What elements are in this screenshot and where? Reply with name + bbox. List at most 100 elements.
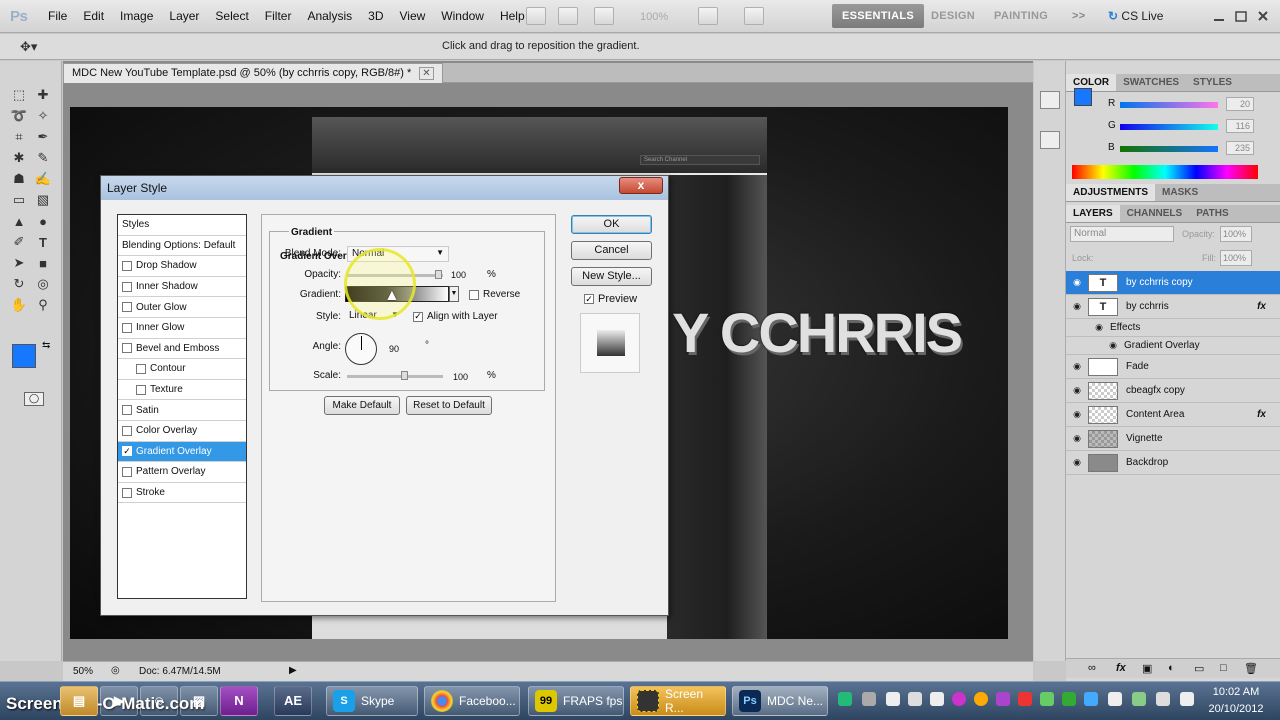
minimize-icon[interactable] bbox=[1212, 9, 1226, 23]
blur-tool-icon[interactable]: ▲ bbox=[8, 211, 30, 231]
visibility-eye-icon[interactable]: ◉ bbox=[1066, 361, 1088, 372]
dialog-titlebar[interactable] bbox=[101, 176, 668, 200]
workspace-essentials[interactable]: ESSENTIALS bbox=[832, 4, 925, 28]
checkbox[interactable] bbox=[122, 302, 132, 313]
effects-row[interactable]: ◉ Effects bbox=[1066, 319, 1280, 337]
menu-file[interactable]: File bbox=[40, 0, 75, 33]
layer-row[interactable]: ◉ Content Area fx bbox=[1066, 403, 1280, 427]
menu-filter[interactable]: Filter bbox=[257, 0, 300, 33]
history-brush-icon[interactable]: ✍ bbox=[32, 169, 54, 189]
clock-time[interactable]: 10:02 AM bbox=[1206, 686, 1266, 698]
layer-row[interactable]: ◉ T by cchrris fx bbox=[1066, 295, 1280, 319]
red-value[interactable]: 20 bbox=[1226, 97, 1254, 111]
scale-slider-thumb[interactable] bbox=[401, 371, 408, 380]
tab-swatches[interactable]: SWATCHES bbox=[1116, 74, 1186, 91]
swap-colors-icon[interactable]: ⇆ bbox=[42, 340, 50, 351]
style-satin[interactable]: Satin bbox=[118, 400, 246, 421]
dialog-close-button[interactable]: x bbox=[619, 177, 663, 194]
style-drop-shadow[interactable]: Drop Shadow bbox=[118, 256, 246, 277]
fx-icon[interactable]: fx bbox=[1257, 409, 1266, 420]
taskbar-fraps[interactable]: 99 FRAPS fps bbox=[528, 686, 624, 716]
green-value[interactable]: 116 bbox=[1226, 119, 1254, 133]
red-slider[interactable] bbox=[1120, 102, 1218, 108]
gradient-dropdown-icon[interactable]: ▼ bbox=[449, 286, 459, 302]
tray-icon[interactable] bbox=[862, 692, 876, 706]
tray-icon[interactable] bbox=[952, 692, 966, 706]
checkbox[interactable] bbox=[122, 405, 132, 416]
3d-orbit-icon[interactable]: ◎ bbox=[32, 274, 54, 294]
3d-rotate-icon[interactable]: ↻ bbox=[8, 274, 30, 294]
brush-tool-icon[interactable]: ✎ bbox=[32, 148, 54, 168]
zoom-level[interactable]: 100% bbox=[640, 11, 668, 23]
style-stroke[interactable]: Stroke bbox=[118, 483, 246, 504]
taskbar-photoshop[interactable]: Ps MDC Ne... bbox=[732, 686, 828, 716]
crop-tool-icon[interactable]: ⌗ bbox=[8, 127, 30, 147]
visibility-eye-icon[interactable]: ◉ bbox=[1066, 433, 1088, 444]
close-document-icon[interactable]: ✕ bbox=[419, 67, 434, 80]
fx-icon[interactable]: fx bbox=[1257, 301, 1266, 312]
layer-row[interactable]: ◉ Vignette bbox=[1066, 427, 1280, 451]
visibility-eye-icon[interactable]: ◉ bbox=[1066, 457, 1088, 468]
onenote-icon[interactable]: N bbox=[220, 686, 258, 716]
menu-image[interactable]: Image bbox=[112, 0, 161, 33]
align-with-layer-checkbox[interactable]: ✓ Align with Layer bbox=[413, 311, 498, 322]
visibility-eye-icon[interactable]: ◉ bbox=[1066, 301, 1088, 312]
mini-bridge-icon[interactable] bbox=[558, 7, 578, 25]
opacity-input[interactable]: 100 bbox=[451, 270, 466, 280]
menu-window[interactable]: Window bbox=[433, 0, 492, 33]
marquee-tool-icon[interactable]: ⬚ bbox=[8, 85, 30, 105]
scale-input[interactable]: 100 bbox=[453, 372, 468, 382]
zoom-status[interactable]: 50% bbox=[73, 666, 93, 677]
user-icon[interactable]: ☺ bbox=[140, 686, 178, 716]
restore-icon[interactable] bbox=[1234, 9, 1248, 23]
trash-icon[interactable]: 🗑 bbox=[1244, 662, 1258, 675]
menu-3d[interactable]: 3D bbox=[360, 0, 391, 33]
layer-row[interactable]: ◉ T by cchrris copy bbox=[1066, 271, 1280, 295]
layer-row[interactable]: ◉ cbeagfx copy bbox=[1066, 379, 1280, 403]
tray-icon[interactable] bbox=[1062, 692, 1076, 706]
fill-input[interactable]: 100% bbox=[1220, 250, 1252, 266]
magic-wand-icon[interactable]: ✧ bbox=[32, 106, 54, 126]
blending-options[interactable]: Blending Options: Default bbox=[118, 236, 246, 257]
mini-bridge-panel-icon[interactable] bbox=[1040, 91, 1060, 109]
color-panel-foreground[interactable] bbox=[1074, 88, 1092, 106]
style-inner-glow[interactable]: Inner Glow bbox=[118, 318, 246, 339]
checkbox[interactable] bbox=[122, 260, 132, 271]
healing-brush-icon[interactable]: ✱ bbox=[8, 148, 30, 168]
clock-date[interactable]: 20/10/2012 bbox=[1200, 703, 1272, 715]
path-selection-icon[interactable]: ➤ bbox=[8, 253, 30, 273]
status-info-icon[interactable]: ◎ bbox=[111, 665, 120, 676]
style-gradient-overlay[interactable]: ✓ Gradient Overlay bbox=[118, 441, 246, 463]
style-pattern-overlay[interactable]: Pattern Overlay bbox=[118, 462, 246, 483]
media-player-icon[interactable]: ▶ bbox=[100, 686, 138, 716]
tab-paths[interactable]: PATHS bbox=[1189, 205, 1235, 222]
type-tool-icon[interactable]: T bbox=[32, 232, 54, 252]
workspace-painting[interactable]: PAINTING bbox=[984, 4, 1058, 28]
gradient-tool-icon[interactable]: ▧ bbox=[32, 190, 54, 210]
opacity-slider-thumb[interactable] bbox=[435, 270, 442, 279]
checkbox[interactable] bbox=[469, 289, 479, 300]
taskbar-skype[interactable]: S Skype bbox=[326, 686, 418, 716]
tray-icon[interactable] bbox=[1156, 692, 1170, 706]
zoom-tool-icon[interactable]: ⚲ bbox=[32, 295, 54, 315]
visibility-eye-icon[interactable]: ◉ bbox=[1066, 409, 1088, 420]
shape-tool-icon[interactable]: ■ bbox=[32, 253, 54, 273]
style-texture[interactable]: Texture bbox=[118, 380, 246, 401]
layer-row[interactable]: ◉ Fade bbox=[1066, 355, 1280, 379]
view-extras-icon[interactable] bbox=[594, 7, 614, 25]
tab-masks[interactable]: MASKS bbox=[1155, 184, 1205, 201]
taskbar-screen-recorder[interactable]: Screen R... bbox=[630, 686, 726, 716]
tray-icon[interactable] bbox=[1040, 692, 1054, 706]
taskbar-chrome[interactable]: Faceboo... bbox=[424, 686, 520, 716]
workspace-more-chevron[interactable]: >> bbox=[1062, 4, 1095, 28]
eyedropper-icon[interactable]: ✒ bbox=[32, 127, 54, 147]
lasso-tool-icon[interactable]: ➰ bbox=[8, 106, 30, 126]
tray-icon[interactable] bbox=[930, 692, 944, 706]
tab-styles[interactable]: STYLES bbox=[1186, 74, 1239, 91]
adjustment-layer-icon[interactable]: ◐ bbox=[1168, 662, 1175, 674]
menu-select[interactable]: Select bbox=[207, 0, 256, 33]
checkbox[interactable] bbox=[122, 466, 132, 477]
menu-analysis[interactable]: Analysis bbox=[299, 0, 360, 33]
cancel-button[interactable]: Cancel bbox=[571, 241, 652, 260]
file-explorer-icon[interactable]: ▤ bbox=[60, 686, 98, 716]
